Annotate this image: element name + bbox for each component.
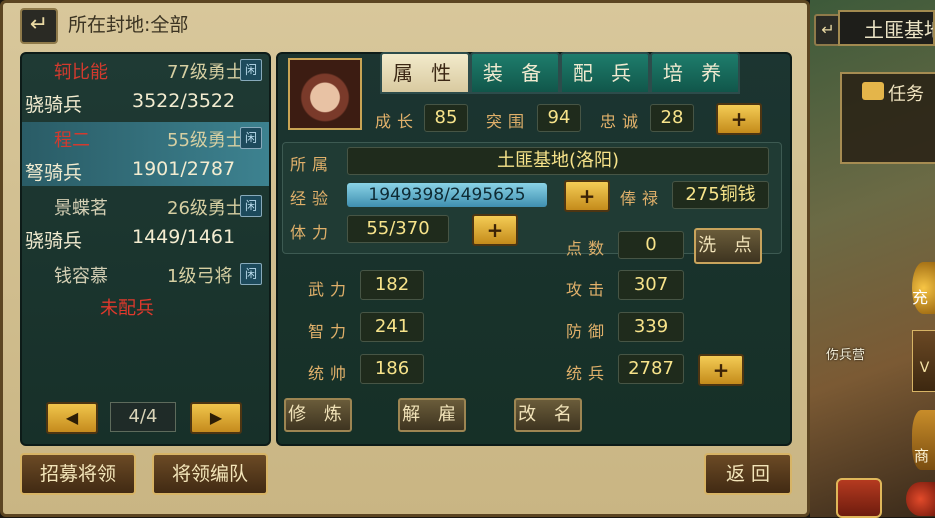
troop-type: 骁骑兵: [25, 94, 83, 116]
stamina-plus-button[interactable]: +: [472, 214, 518, 246]
general-portrait: [288, 58, 362, 130]
general-list: 轲比能 77级勇士 闲 骁骑兵 3522/3522 程二 55级勇士 闲 弩骑兵…: [20, 52, 271, 446]
troops-plus-button[interactable]: +: [698, 354, 744, 386]
general-name: 程二: [54, 130, 90, 151]
belong-label: 所属: [290, 155, 335, 174]
dismiss-button[interactable]: 解 雇: [398, 398, 466, 432]
troop-count: 3522/3522: [132, 90, 236, 112]
command-value: 186: [360, 354, 424, 384]
vip-button[interactable]: V: [912, 330, 935, 392]
exp-bar: 1949398/2495625: [347, 183, 547, 207]
map-title: 土匪基地: [838, 10, 935, 46]
general-level: 55级勇士: [167, 130, 244, 151]
train-button[interactable]: 修 炼: [284, 398, 352, 432]
growth-value: 85: [424, 104, 468, 132]
idle-badge: 闲: [240, 127, 262, 149]
recruit-general-button[interactable]: 招募将领: [20, 453, 136, 495]
red-orb-icon[interactable]: [906, 482, 935, 516]
list-item-selected[interactable]: 程二 55级勇士 闲 弩骑兵 1901/2787: [22, 122, 269, 186]
page-indicator: 4/4: [110, 402, 176, 432]
belong-value: 土匪基地(洛阳): [347, 147, 769, 175]
shop-button[interactable]: 商: [912, 410, 935, 470]
pager: ◀ 4/4 ▶: [46, 402, 242, 434]
command-label: 统帅: [308, 364, 353, 383]
points-label: 点数: [566, 239, 611, 258]
prev-page-icon[interactable]: ◀: [46, 402, 98, 434]
location-filter: 所在封地:全部: [68, 14, 189, 36]
rename-button[interactable]: 改 名: [514, 398, 582, 432]
intel-label: 智力: [308, 322, 353, 341]
growth-label: 成长: [375, 112, 420, 131]
stamina-value: 55/370: [347, 215, 449, 243]
scroll-icon: [862, 82, 884, 100]
return-button[interactable]: 返 回: [704, 453, 792, 495]
no-troop-text: 未配兵: [100, 298, 154, 319]
wash-points-button[interactable]: 洗 点: [694, 228, 762, 264]
wounded-camp-label[interactable]: 伤兵营: [826, 344, 865, 363]
general-formation-button[interactable]: 将领编队: [152, 453, 268, 495]
list-item[interactable]: 钱容慕 1级弓将 闲 未配兵: [22, 258, 269, 322]
tab-troops[interactable]: 配 兵: [560, 52, 650, 94]
general-level: 26级勇士: [167, 198, 244, 219]
general-name: 钱容慕: [54, 266, 108, 287]
exp-plus-button[interactable]: +: [564, 180, 610, 212]
attack-value: 307: [618, 270, 684, 300]
force-value: 182: [360, 270, 424, 300]
general-name: 景蝶茗: [54, 198, 108, 219]
list-item[interactable]: 景蝶茗 26级勇士 闲 骁骑兵 1449/1461: [22, 190, 269, 254]
idle-badge: 闲: [240, 59, 262, 81]
loyalty-value: 28: [650, 104, 694, 132]
idle-badge: 闲: [240, 263, 262, 285]
stamina-label: 体力: [290, 223, 335, 242]
attack-label: 攻击: [566, 280, 611, 299]
tab-attributes[interactable]: 属 性: [380, 52, 470, 94]
points-value: 0: [618, 231, 684, 259]
back-arrow-icon[interactable]: ↵: [20, 8, 58, 44]
recharge-button[interactable]: 充: [912, 262, 935, 314]
salary-label: 俸禄: [620, 189, 665, 208]
idle-badge: 闲: [240, 195, 262, 217]
exp-label: 经验: [290, 189, 335, 208]
troop-count: 1901/2787: [132, 158, 236, 180]
defense-value: 339: [618, 312, 684, 342]
troop-type: 弩骑兵: [25, 162, 83, 184]
list-item[interactable]: 轲比能 77级勇士 闲 骁骑兵 3522/3522: [22, 54, 269, 118]
breakthrough-value: 94: [537, 104, 581, 132]
defense-label: 防御: [566, 322, 611, 341]
intel-value: 241: [360, 312, 424, 342]
force-label: 武力: [308, 280, 353, 299]
next-page-icon[interactable]: ▶: [190, 402, 242, 434]
breakthrough-label: 突围: [486, 112, 531, 131]
loyalty-plus-button[interactable]: +: [716, 103, 762, 135]
tab-equipment[interactable]: 装 备: [470, 52, 560, 94]
tab-training[interactable]: 培 养: [650, 52, 740, 94]
general-level: 77级勇士: [167, 62, 244, 83]
general-name: 轲比能: [54, 62, 108, 83]
treasure-chest-icon[interactable]: [836, 478, 882, 518]
general-level: 1级弓将: [167, 266, 233, 287]
loyalty-label: 忠诚: [600, 112, 645, 131]
task-panel[interactable]: 任务: [840, 72, 935, 164]
troops-label: 统兵: [566, 364, 611, 383]
troops-value: 2787: [618, 354, 684, 384]
troop-count: 1449/1461: [132, 226, 236, 248]
salary-value: 275铜钱: [672, 181, 769, 209]
task-label: 任务: [888, 84, 924, 105]
troop-type: 骁骑兵: [25, 230, 83, 252]
